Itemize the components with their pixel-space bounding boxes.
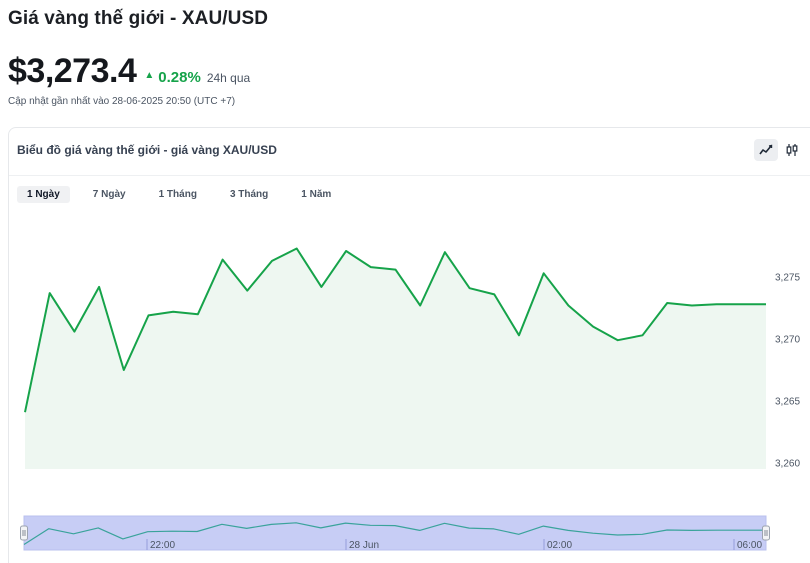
navigator-handle-right[interactable]: [762, 525, 770, 541]
navigator-x-label: 28 Jun: [349, 540, 379, 551]
y-tick-label: 3,265: [775, 397, 800, 408]
navigator-x-label: 22:00: [150, 540, 175, 551]
y-tick-label: 3,260: [775, 459, 800, 470]
navigator-handle-left[interactable]: [20, 525, 28, 541]
navigator-x-label: 06:00: [737, 540, 762, 551]
price-chart: 3,260 3,265 3,270 3,275 22:00 28 Jun 02:00 06:0…: [20, 247, 800, 551]
price-area: [25, 248, 766, 469]
y-tick-label: 3,275: [775, 273, 800, 284]
y-tick-label: 3,270: [775, 335, 800, 346]
navigator-x-label: 02:00: [547, 540, 572, 551]
navigator-window[interactable]: [23, 515, 767, 551]
